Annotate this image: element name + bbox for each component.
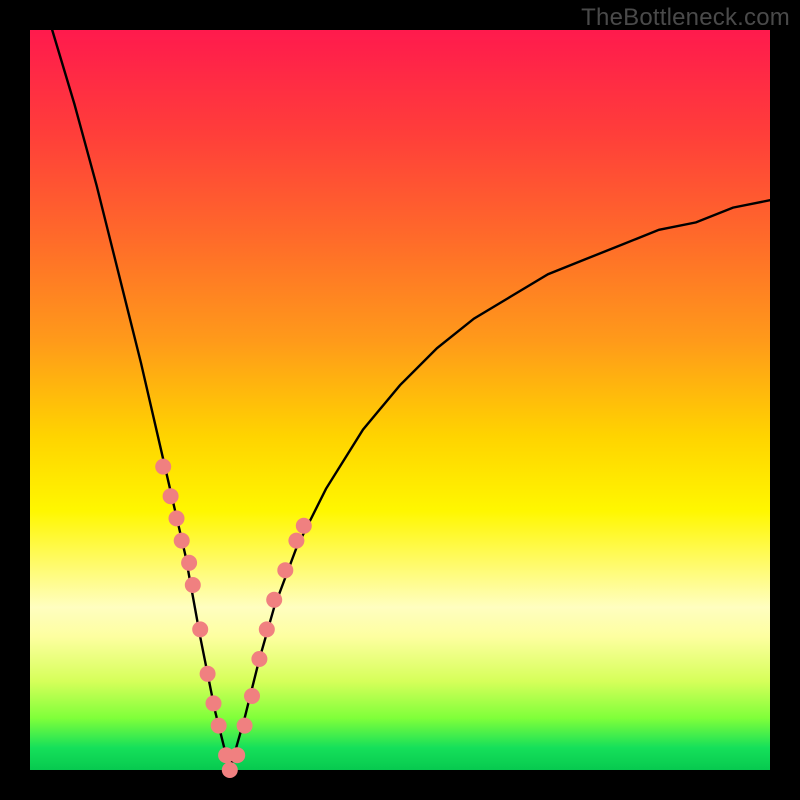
curve-svg xyxy=(30,30,770,770)
marker-dot xyxy=(200,666,216,682)
marker-dot xyxy=(169,510,185,526)
marker-dot xyxy=(206,695,222,711)
plot-area xyxy=(30,30,770,770)
marker-dot xyxy=(192,621,208,637)
marker-dot xyxy=(163,488,179,504)
chart-frame: TheBottleneck.com xyxy=(0,0,800,800)
marker-dot xyxy=(237,718,253,734)
marker-dot xyxy=(277,562,293,578)
marker-dot xyxy=(174,533,190,549)
watermark-text: TheBottleneck.com xyxy=(581,4,790,32)
marker-dot xyxy=(266,592,282,608)
marker-dot xyxy=(185,577,201,593)
marker-group xyxy=(155,459,312,778)
marker-dot xyxy=(259,621,275,637)
bottleneck-curve-path xyxy=(52,30,770,770)
marker-dot xyxy=(211,718,227,734)
marker-dot xyxy=(222,762,238,778)
marker-dot xyxy=(244,688,260,704)
marker-dot xyxy=(229,747,245,763)
marker-dot xyxy=(296,518,312,534)
marker-dot xyxy=(155,459,171,475)
marker-dot xyxy=(251,651,267,667)
marker-dot xyxy=(181,555,197,571)
marker-dot xyxy=(288,533,304,549)
